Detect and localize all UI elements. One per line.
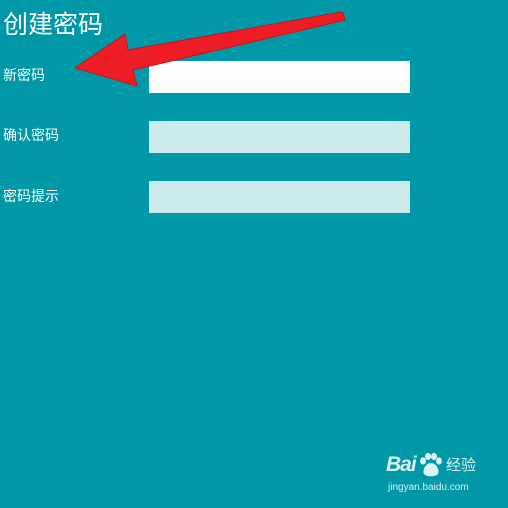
jingyan-logo-text: 经验 [446,456,477,474]
new-password-input[interactable] [149,61,410,93]
baidu-jingyan-watermark: Bai 经验 jingyan.baidu.com [386,451,494,499]
watermark-domain: jingyan.baidu.com [388,482,469,493]
new-password-label: 新密码 [3,68,45,84]
confirm-password-label: 确认密码 [3,128,59,144]
paw-icon [420,452,442,477]
baidu-logo-text: Bai [386,453,417,476]
password-hint-input[interactable] [149,181,410,213]
page-title: 创建密码 [3,10,104,39]
password-hint-label: 密码提示 [3,189,59,205]
baidu-logo: Bai 经验 [386,451,494,479]
confirm-password-input[interactable] [149,121,410,153]
